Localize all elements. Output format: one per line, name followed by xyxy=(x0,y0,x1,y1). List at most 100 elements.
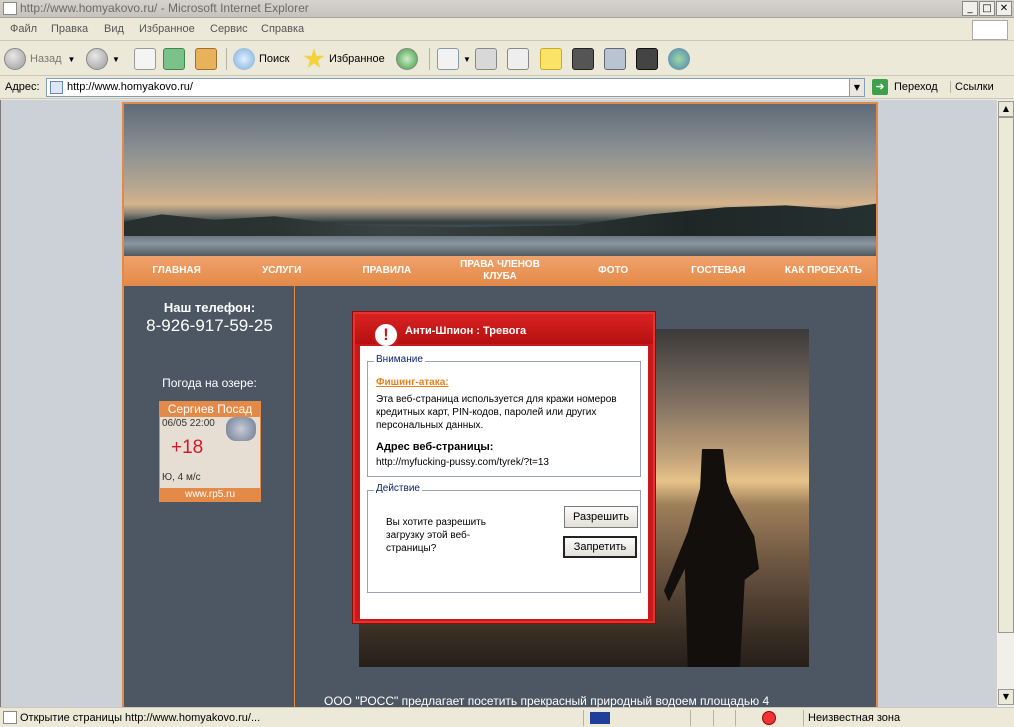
stop-icon xyxy=(134,48,156,70)
allow-question: Вы хотите разрешить загрузку этой веб-ст… xyxy=(386,517,486,554)
archive-icon xyxy=(636,48,658,70)
scroll-thumb[interactable] xyxy=(998,117,1014,633)
mail-icon xyxy=(437,48,459,70)
fisherman-silhouette xyxy=(664,449,759,667)
refresh-button[interactable] xyxy=(163,47,189,71)
weather-temperature: +18 xyxy=(171,437,204,458)
nav-photo[interactable]: ФОТО xyxy=(561,256,666,286)
windows-logo-icon xyxy=(972,20,1008,40)
phishing-link[interactable]: Фишинг-атака: xyxy=(376,377,449,388)
search-icon xyxy=(233,48,255,70)
toolbar-separator xyxy=(429,48,430,70)
archive-button[interactable] xyxy=(636,47,662,71)
maximize-button[interactable]: □ xyxy=(979,1,995,16)
dialog-header: ! Анти-Шпион : Тревога xyxy=(355,314,653,348)
stop-button[interactable] xyxy=(134,47,160,71)
address-bar: Адрес: http://www.homyakovo.ru/ ▼ ➜ Пере… xyxy=(0,77,1014,99)
menu-edit[interactable]: Правка xyxy=(51,23,88,35)
banner-image xyxy=(124,104,876,256)
address-url: http://www.homyakovo.ru/ xyxy=(67,81,193,93)
go-button[interactable]: ➜ Переход xyxy=(872,79,938,95)
messenger-icon xyxy=(668,48,690,70)
attention-legend: Внимание xyxy=(374,354,425,365)
note-icon xyxy=(540,48,562,70)
action-group: Действие Вы хотите разрешить загрузку эт… xyxy=(367,483,641,593)
menu-favorites[interactable]: Избранное xyxy=(139,23,195,35)
alert-icon: ! xyxy=(373,322,399,348)
history-icon xyxy=(396,48,418,70)
address-dropdown-icon[interactable]: ▼ xyxy=(849,79,864,96)
minimize-button[interactable]: _ xyxy=(962,1,978,16)
printer-icon xyxy=(475,48,497,70)
mail-button[interactable]: ▼ xyxy=(437,47,471,71)
back-button[interactable]: Назад ▼ xyxy=(4,47,75,71)
forward-button[interactable]: ▼ xyxy=(86,47,120,71)
banner-treeline xyxy=(124,203,876,236)
forward-arrow-icon xyxy=(86,48,108,70)
weather-source-link[interactable]: www.rp5.ru xyxy=(160,488,260,501)
menu-view[interactable]: Вид xyxy=(104,23,124,35)
menu-help[interactable]: Справка xyxy=(261,23,304,35)
back-arrow-icon xyxy=(4,48,26,70)
media-icon xyxy=(604,48,626,70)
print-button[interactable] xyxy=(475,47,501,71)
scroll-down-icon[interactable]: ▼ xyxy=(998,689,1014,705)
action-legend: Действие xyxy=(374,483,422,494)
phone-label: Наш телефон: xyxy=(163,300,256,315)
nav-member-rights[interactable]: ПРАВА ЧЛЕНОВ КЛУБА xyxy=(439,256,560,286)
home-button[interactable] xyxy=(195,47,221,71)
antispy-alert-dialog: ! Анти-Шпион : Тревога Внимание Фишинг-а… xyxy=(353,312,655,623)
star-icon xyxy=(303,48,325,69)
nav-rules[interactable]: ПРАВИЛА xyxy=(334,256,439,286)
messenger-button[interactable] xyxy=(668,47,694,71)
window-title: http://www.homyakovo.ru/ - Microsoft Int… xyxy=(20,1,309,15)
links-button[interactable]: Ссылки xyxy=(950,81,994,93)
site-nav: ГЛАВНАЯ УСЛУГИ ПРАВИЛА ПРАВА ЧЛЕНОВ КЛУБ… xyxy=(124,256,876,286)
nav-directions[interactable]: КАК ПРОЕХАТЬ xyxy=(771,256,876,286)
menu-bar: Файл Правка Вид Избранное Сервис Справка xyxy=(0,19,1014,41)
web-address-label: Адрес веб-страницы: xyxy=(376,441,494,453)
k-button[interactable] xyxy=(572,47,598,71)
menu-tools[interactable]: Сервис xyxy=(210,23,248,35)
security-zone: Неизвестная зона xyxy=(808,712,901,724)
toolbar: Назад ▼ ▼ Поиск Избранное ▼ xyxy=(0,42,1014,76)
home-icon xyxy=(195,48,217,70)
go-arrow-icon: ➜ xyxy=(872,79,888,95)
attention-group: Внимание Фишинг-атака: Эта веб-страница … xyxy=(367,354,641,477)
nav-services[interactable]: УСЛУГИ xyxy=(229,256,334,286)
k-icon xyxy=(572,48,594,70)
weather-widget[interactable]: Сергиев Посад 06/05 22:00 +18 Ю, 4 м/с w… xyxy=(159,401,261,502)
edit-button[interactable] xyxy=(507,47,533,71)
favorites-button[interactable]: Избранное xyxy=(303,47,385,71)
weather-label: Погода на озере: xyxy=(162,376,257,390)
menu-file[interactable]: Файл xyxy=(10,23,37,35)
address-input[interactable]: http://www.homyakovo.ru/ ▼ xyxy=(46,78,865,97)
cloud-icon xyxy=(226,417,256,441)
media-button[interactable] xyxy=(604,47,630,71)
eu-flag-icon xyxy=(590,712,610,724)
scroll-up-icon[interactable]: ▲ xyxy=(998,101,1014,117)
vertical-scrollbar[interactable]: ▲ ▼ xyxy=(996,100,1014,707)
close-button[interactable]: ✕ xyxy=(996,1,1012,16)
forward-dropdown-icon: ▼ xyxy=(112,54,120,64)
allow-button[interactable]: Разрешить xyxy=(564,506,638,528)
edit-icon xyxy=(507,48,529,70)
nav-guestbook[interactable]: ГОСТЕВАЯ xyxy=(666,256,771,286)
refresh-icon xyxy=(163,48,185,70)
deny-button[interactable]: Запретить xyxy=(563,536,637,558)
status-bar: Открытие страницы http://www.homyakovo.r… xyxy=(0,707,1014,727)
address-label: Адрес: xyxy=(5,81,40,93)
status-divider xyxy=(803,710,804,726)
phishing-description: Эта веб-страница используется для кражи … xyxy=(376,394,617,431)
weather-city: Сергиев Посад xyxy=(160,402,260,417)
mail-dropdown-icon: ▼ xyxy=(463,54,471,64)
intro-text: ООО "РОСС" предлагает посетить прекрасны… xyxy=(324,694,770,707)
history-button[interactable] xyxy=(396,47,422,71)
search-button[interactable]: Поиск xyxy=(233,47,289,71)
back-dropdown-icon: ▼ xyxy=(67,54,76,64)
status-divider xyxy=(690,710,691,726)
nav-home[interactable]: ГЛАВНАЯ xyxy=(124,256,229,286)
discuss-button[interactable] xyxy=(540,47,566,71)
title-bar: http://www.homyakovo.ru/ - Microsoft Int… xyxy=(0,0,1014,18)
weather-wind: Ю, 4 м/с xyxy=(162,472,201,483)
